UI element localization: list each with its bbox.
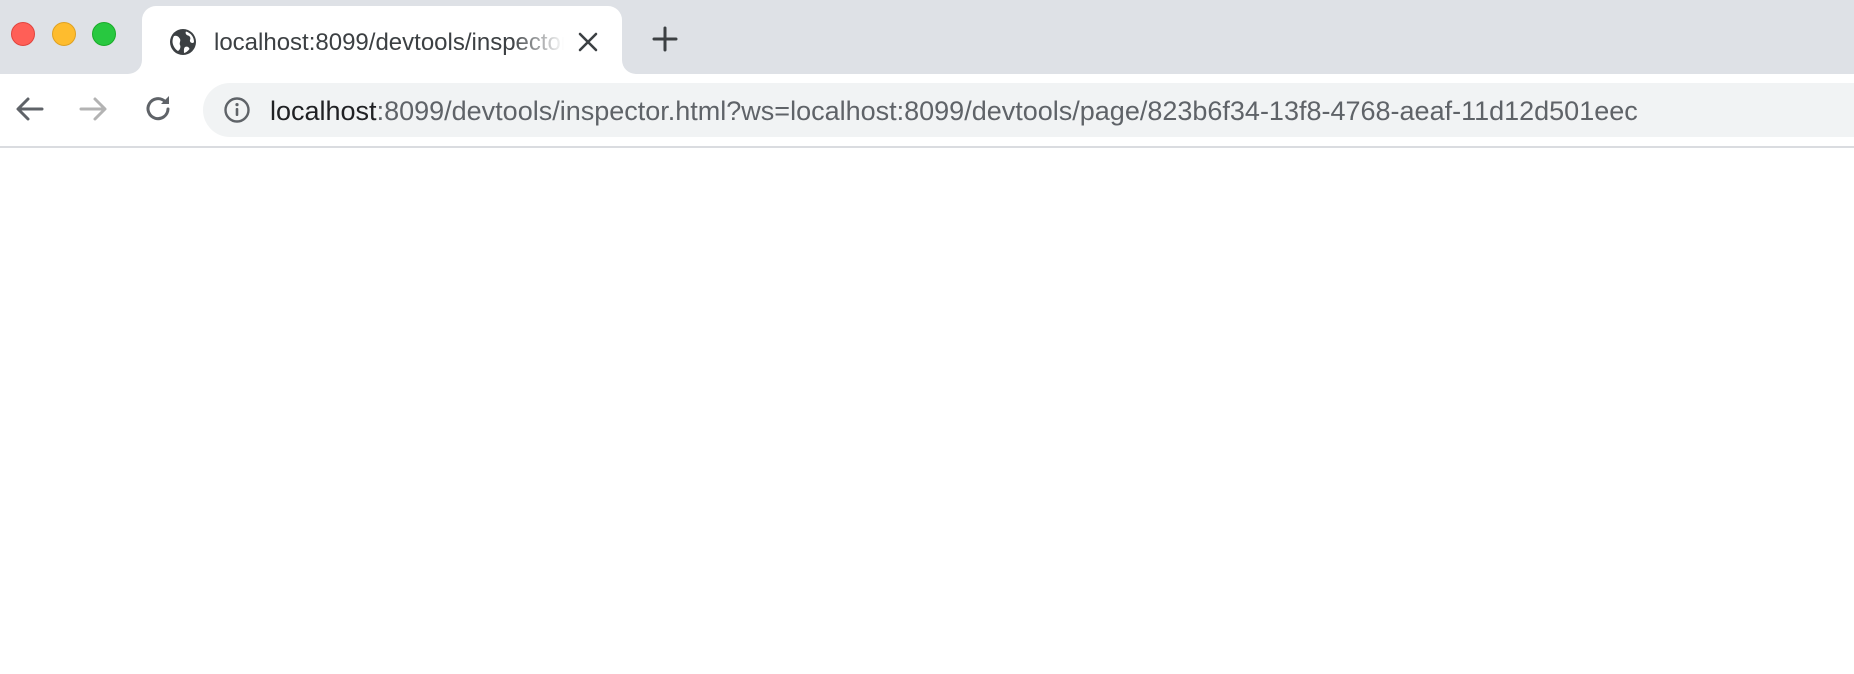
tab-strip: localhost:8099/devtools/inspector.html?w…	[0, 0, 1854, 74]
browser-toolbar: localhost:8099/devtools/inspector.html?w…	[0, 74, 1854, 148]
arrow-left-icon	[16, 97, 44, 121]
browser-window: localhost:8099/devtools/inspector.html?w…	[0, 0, 1854, 674]
window-close-button[interactable]	[11, 22, 35, 46]
reload-icon	[146, 96, 170, 121]
url-path: :8099/devtools/inspector.html?ws=localho…	[376, 96, 1638, 126]
page-content	[0, 148, 1854, 674]
back-button[interactable]	[13, 92, 47, 126]
new-tab-button[interactable]	[650, 24, 680, 54]
info-icon[interactable]	[223, 96, 251, 124]
window-minimize-button[interactable]	[52, 22, 76, 46]
url-host: localhost	[270, 96, 377, 126]
window-maximize-button[interactable]	[92, 22, 116, 46]
tab-active[interactable]: localhost:8099/devtools/inspector.html?w…	[142, 6, 622, 74]
close-icon[interactable]	[576, 30, 600, 54]
url-text: localhost:8099/devtools/inspector.html?w…	[270, 95, 1638, 127]
tab-title: localhost:8099/devtools/inspector.html?w…	[214, 29, 564, 56]
address-bar[interactable]: localhost:8099/devtools/inspector.html?w…	[203, 83, 1854, 137]
arrow-right-icon	[79, 97, 107, 121]
globe-icon	[168, 27, 198, 57]
forward-button[interactable]	[76, 92, 110, 126]
plus-icon	[652, 26, 678, 52]
reload-button[interactable]	[141, 92, 175, 126]
